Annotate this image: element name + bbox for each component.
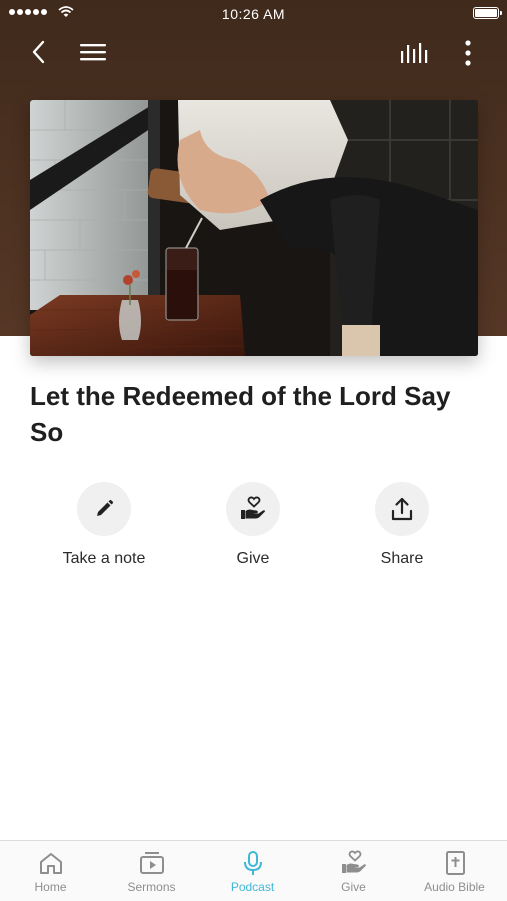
audio-bars-icon[interactable] <box>398 40 432 66</box>
share-upload-icon <box>391 497 413 521</box>
tab-give-label: Give <box>341 880 366 894</box>
status-bar: 10:26 AM <box>0 0 507 28</box>
heart-hand-icon <box>341 850 366 873</box>
tab-home[interactable]: Home <box>0 841 101 901</box>
hamburger-menu-icon[interactable] <box>78 40 108 64</box>
bible-icon <box>445 851 465 875</box>
pencil-icon <box>97 499 114 516</box>
tab-sermons-label: Sermons <box>127 880 176 894</box>
more-vertical-icon[interactable] <box>458 38 478 68</box>
episode-cover-image <box>30 100 478 356</box>
share-label: Share <box>380 550 424 567</box>
back-arrow-icon[interactable] <box>26 36 52 68</box>
give-button[interactable] <box>226 482 280 536</box>
status-time: 10:26 AM <box>221 6 286 22</box>
home-icon <box>39 853 62 874</box>
tab-home-label: Home <box>34 880 67 894</box>
tab-give[interactable]: Give <box>303 841 404 901</box>
share-button[interactable] <box>375 482 429 536</box>
share-action[interactable]: Share <box>327 482 477 568</box>
give-action[interactable]: Give <box>178 482 328 568</box>
tab-sermons[interactable]: Sermons <box>101 841 202 901</box>
give-label: Give <box>236 550 270 567</box>
tab-podcast[interactable]: Podcast <box>202 841 303 901</box>
take-note-label: Take a note <box>62 550 146 567</box>
take-note-button[interactable] <box>77 482 131 536</box>
microphone-icon <box>243 851 262 875</box>
heart-hand-icon <box>241 496 265 519</box>
episode-title: Let the Redeemed of the Lord Say So <box>30 381 451 447</box>
tab-podcast-label: Podcast <box>230 880 275 894</box>
battery-icon <box>473 7 502 19</box>
bottom-tab-bar: Home Sermons Podcast Give Audio Bible <box>0 840 507 901</box>
tab-audio-bible-label: Audio Bible <box>424 880 485 894</box>
video-icon <box>139 852 164 874</box>
tab-audio-bible[interactable]: Audio Bible <box>404 841 505 901</box>
take-note-action[interactable]: Take a note <box>29 482 179 568</box>
